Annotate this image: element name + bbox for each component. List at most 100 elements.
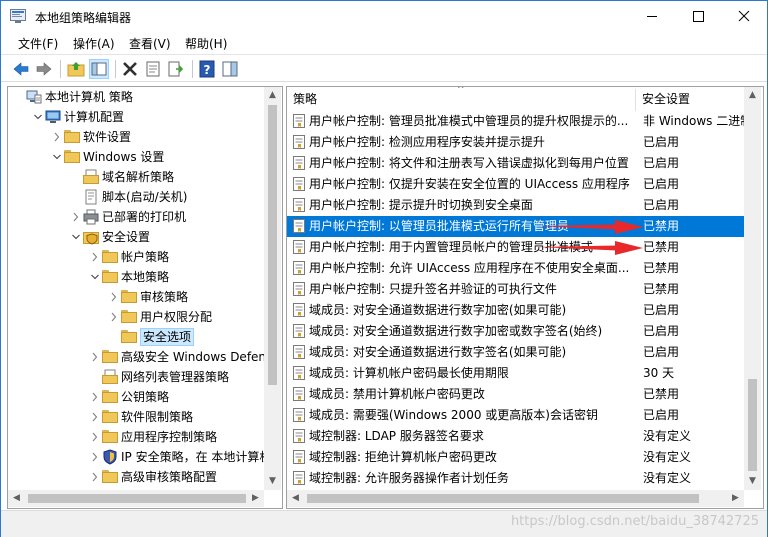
tree-horizontal-scrollbar[interactable]: ◀ ▶ [8, 490, 264, 507]
policy-row[interactable]: 用户帐户控制: 用于内置管理员帐户的管理员批准模式 已禁用 [287, 237, 744, 258]
policy-row[interactable]: 用户帐户控制: 允许 UIAccess 应用程序在不使用安全桌面... 已禁用 [287, 258, 744, 279]
collapsed-chevron-icon[interactable] [90, 427, 100, 447]
tree-item-label: 域名解析策略 [102, 170, 175, 184]
tree-item-label: 软件设置 [83, 130, 132, 144]
folder-icon [102, 389, 118, 405]
policy-row[interactable]: 域控制器: 拒绝计算机帐户密码更改 没有定义 [287, 447, 744, 468]
menu-action[interactable]: 操作(A) [73, 35, 115, 52]
scroll-down-arrow-icon[interactable]: ▼ [264, 473, 281, 490]
collapsed-chevron-icon[interactable] [90, 407, 100, 427]
policy-row[interactable]: 域成员: 禁用计算机帐户密码更改 已禁用 [287, 384, 744, 405]
tree-scroll-thumb[interactable] [268, 105, 277, 385]
scroll-up-arrow-icon[interactable]: ▲ [744, 87, 761, 104]
policy-row[interactable]: 域成员: 对安全通道数据进行数字加密或数字签名(始终) 已启用 [287, 321, 744, 342]
collapsed-chevron-icon[interactable] [71, 207, 81, 227]
collapsed-chevron-icon[interactable] [90, 447, 100, 467]
tree-item[interactable]: 审核策略 [8, 287, 264, 307]
policy-row[interactable]: 域控制器: LDAP 服务器签名要求 没有定义 [287, 426, 744, 447]
list-horizontal-scrollbar[interactable]: ◀ ▶ [287, 490, 744, 507]
forward-button[interactable] [34, 59, 54, 79]
policy-row[interactable]: 用户帐户控制: 仅提升安装在安全位置的 UIAccess 应用程序 已启用 [287, 174, 744, 195]
tree-item[interactable]: 用户权限分配 [8, 307, 264, 327]
tree-item[interactable]: 计算机配置 [8, 107, 264, 127]
tree-item-label: 安全选项 [140, 328, 195, 346]
scroll-left-arrow-icon[interactable]: ◀ [287, 490, 304, 507]
policy-row[interactable]: 用户帐户控制: 管理员批准模式中管理员的提升权限提示的... 非 Windows … [287, 111, 744, 132]
tree-item[interactable]: 帐户策略 [8, 247, 264, 267]
collapsed-chevron-icon[interactable] [52, 127, 62, 147]
collapsed-chevron-icon[interactable] [109, 307, 119, 327]
collapsed-chevron-icon[interactable] [90, 387, 100, 407]
scroll-left-arrow-icon[interactable]: ◀ [8, 490, 25, 507]
tree-item[interactable]: 应用程序控制策略 [8, 427, 264, 447]
scroll-down-arrow-icon[interactable]: ▼ [744, 473, 761, 490]
column-header-policy[interactable]: 策略 ^ [287, 87, 635, 113]
expanded-chevron-icon[interactable] [90, 267, 100, 287]
close-button[interactable] [721, 1, 767, 32]
policy-row[interactable]: 用户帐户控制: 提示提升时切换到安全桌面 已启用 [287, 195, 744, 216]
policy-row[interactable]: 用户帐户控制: 只提升签名并验证的可执行文件 已禁用 [287, 279, 744, 300]
list-vertical-scrollbar[interactable]: ▲ ▼ [744, 87, 761, 490]
expanded-chevron-icon[interactable] [33, 107, 43, 127]
tree-item[interactable]: 高级审核策略配置 [8, 467, 264, 487]
tree-item[interactable]: 软件限制策略 [8, 407, 264, 427]
tree-item[interactable]: 脚本(启动/关机) [8, 187, 264, 207]
tree-item[interactable]: 公钥策略 [8, 387, 264, 407]
tree-item[interactable]: IP 安全策略，在 本地计算机 [8, 447, 271, 467]
tree-item[interactable]: 安全设置 [8, 227, 264, 247]
window-title: 本地组策略编辑器 [35, 11, 132, 25]
scroll-up-arrow-icon[interactable]: ▲ [264, 87, 281, 104]
title-bar[interactable]: 本地组策略编辑器 [1, 1, 767, 32]
tree-item[interactable]: 已部署的打印机 [8, 207, 264, 227]
show-action-pane-button[interactable] [220, 59, 240, 79]
tree-item[interactable]: 本地计算机 策略 [8, 87, 264, 107]
export-list-button[interactable] [166, 59, 186, 79]
column-header-setting[interactable]: 安全设置 [636, 87, 744, 113]
help-button[interactable]: ? [197, 59, 217, 79]
collapsed-chevron-icon[interactable] [90, 467, 100, 487]
policy-row[interactable]: 域成员: 需要强(Windows 2000 或更高版本)会话密钥 已启用 [287, 405, 744, 426]
policy-row[interactable]: 用户帐户控制: 将文件和注册表写入错误虚拟化到每用户位置 已启用 [287, 153, 744, 174]
tree-hscroll-thumb[interactable] [28, 494, 246, 503]
tree-item[interactable]: Windows 设置 [8, 147, 264, 167]
tree-item[interactable]: 域名解析策略 [8, 167, 264, 187]
policy-name: 域成员: 对安全通道数据进行数字加密(如果可能) [309, 303, 567, 317]
policy-row[interactable]: 域成员: 对安全通道数据进行数字签名(如果可能) 已启用 [287, 342, 744, 363]
tree-item[interactable]: 高级安全 Windows Defend [8, 347, 274, 367]
policy-row[interactable]: 用户帐户控制: 检测应用程序安装并提示提升 已启用 [287, 132, 744, 153]
console-tree-pane[interactable]: 本地计算机 策略 计算机配置软件设置 Windows 设置域名解析策略脚本(启动/关… [7, 86, 283, 509]
show-hide-tree-button[interactable] [89, 59, 109, 79]
tree-item[interactable]: 本地策略 [8, 267, 264, 287]
scroll-right-arrow-icon[interactable]: ▶ [727, 490, 744, 507]
back-button[interactable] [11, 59, 31, 79]
up-level-button[interactable] [66, 59, 86, 79]
tree-item[interactable]: 网络列表管理器策略 [8, 367, 264, 387]
list-scroll-thumb[interactable] [748, 379, 757, 471]
menu-file[interactable]: 文件(F) [18, 35, 58, 52]
tree-item-label: IP 安全策略，在 本地计算机 [121, 450, 272, 464]
details-pane[interactable]: 策略 ^ 安全设置 用户帐户控制: 管理员批准模式中管理员的提升权限提示的...… [286, 86, 764, 509]
collapsed-chevron-icon[interactable] [90, 347, 100, 367]
tree-item-label: 高级安全 Windows Defend [121, 350, 274, 364]
minimize-button[interactable] [629, 1, 675, 32]
maximize-button[interactable] [675, 1, 721, 32]
tree-item[interactable]: 安全选项 [8, 327, 264, 347]
expanded-chevron-icon[interactable] [52, 147, 62, 167]
collapsed-chevron-icon[interactable] [109, 287, 119, 307]
expanded-chevron-icon[interactable] [71, 227, 81, 247]
policy-row[interactable]: 域控制器: 允许服务器操作者计划任务 没有定义 [287, 468, 744, 489]
collapsed-chevron-icon[interactable] [90, 247, 100, 267]
tree-vertical-scrollbar[interactable]: ▲ ▼ [264, 87, 281, 490]
policy-row[interactable]: 域成员: 对安全通道数据进行数字加密(如果可能) 已启用 [287, 300, 744, 321]
scroll-right-arrow-icon[interactable]: ▶ [247, 490, 264, 507]
folder-icon [102, 469, 118, 485]
tree-item[interactable]: 软件设置 [8, 127, 264, 147]
menu-view[interactable]: 查看(V) [129, 35, 171, 52]
policy-row[interactable]: 用户帐户控制: 以管理员批准模式运行所有管理员 已禁用 [287, 216, 744, 237]
properties-button[interactable] [143, 59, 163, 79]
menu-help[interactable]: 帮助(H) [185, 35, 227, 52]
folder-icon [102, 429, 118, 445]
list-hscroll-thumb[interactable] [307, 494, 699, 503]
delete-button[interactable] [120, 59, 140, 79]
policy-row[interactable]: 域成员: 计算机帐户密码最长使用期限 30 天 [287, 363, 744, 384]
